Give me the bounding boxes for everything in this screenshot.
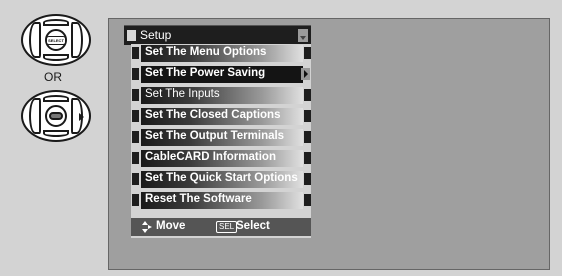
row-right-tab-icon <box>304 131 311 143</box>
row-right-tab-icon <box>304 47 311 59</box>
remote-illustration: SELECT OR <box>0 0 112 276</box>
setup-menu: Set The Menu Options Set The Power Savin… <box>131 44 311 238</box>
menu-item-menu-options[interactable]: Set The Menu Options <box>131 44 311 63</box>
menu-item-closed-captions[interactable]: Set The Closed Captions <box>131 107 311 126</box>
row-right-tab-icon <box>304 194 311 206</box>
center-button-icon <box>45 105 67 127</box>
right-arrow-icon <box>79 113 84 121</box>
menu-item-label: Set The Menu Options <box>145 46 267 58</box>
menu-item-quick-start-options[interactable]: Set The Quick Start Options <box>131 170 311 189</box>
menu-item-output-terminals[interactable]: Set The Output Terminals <box>131 128 311 147</box>
row-right-tab-icon <box>304 110 311 122</box>
dial-left-icon <box>29 22 41 58</box>
move-hint-label: Move <box>156 220 186 232</box>
dial-left-icon <box>29 98 41 134</box>
menu-item-label: Reset The Software <box>145 193 252 205</box>
row-left-tab-icon <box>132 89 139 101</box>
row-right-tab-icon <box>304 173 311 185</box>
row-left-tab-icon <box>132 68 139 80</box>
dial-up-icon <box>43 95 69 102</box>
submenu-arrow-icon <box>301 68 310 80</box>
dial-right-icon <box>71 22 83 58</box>
dropdown-arrow-icon <box>298 29 308 42</box>
dial-down-icon <box>43 130 69 137</box>
menu-item-inputs[interactable]: Set The Inputs <box>131 86 311 105</box>
tv-screen: Setup Set The Menu Options Set The Power… <box>108 18 550 270</box>
row-left-tab-icon <box>132 173 139 185</box>
row-right-tab-icon <box>304 89 311 101</box>
select-button-label: SELECT <box>46 35 66 45</box>
or-label: OR <box>44 70 62 84</box>
menu-item-label: Set The Output Terminals <box>145 130 285 142</box>
select-hint-label: Select <box>236 220 270 232</box>
sel-key-icon: SEL <box>216 221 238 233</box>
row-left-tab-icon <box>132 131 139 143</box>
menu-item-label: Set The Quick Start Options <box>145 172 298 184</box>
row-left-tab-icon <box>132 110 139 122</box>
menu-item-label: Set The Inputs <box>145 88 220 100</box>
select-button-icon: SELECT <box>45 29 67 51</box>
menu-item-label: CableCARD Information <box>145 151 276 163</box>
menu-item-label: Set The Closed Captions <box>145 109 281 121</box>
illustration-frame: SELECT OR Setup Set The Menu Options Set… <box>0 0 562 276</box>
row-left-tab-icon <box>132 152 139 164</box>
header-tab-icon <box>127 30 136 41</box>
row-left-tab-icon <box>132 194 139 206</box>
center-pill-icon <box>49 112 63 120</box>
menu-title: Setup <box>140 28 172 42</box>
menu-footer-hint: Move SEL Select <box>131 218 311 236</box>
menu-header: Setup <box>124 25 311 45</box>
dial-down-icon <box>43 54 69 61</box>
move-arrows-icon <box>142 221 152 233</box>
menu-item-reset-software[interactable]: Reset The Software <box>131 191 311 210</box>
menu-item-cablecard-information[interactable]: CableCARD Information <box>131 149 311 168</box>
dial-up-icon <box>43 19 69 26</box>
row-left-tab-icon <box>132 47 139 59</box>
arrow-dial-icon <box>21 90 91 142</box>
menu-item-label: Set The Power Saving <box>145 67 266 79</box>
row-right-tab-icon <box>304 152 311 164</box>
menu-item-power-saving[interactable]: Set The Power Saving <box>131 65 311 84</box>
select-dial-icon: SELECT <box>21 14 91 66</box>
